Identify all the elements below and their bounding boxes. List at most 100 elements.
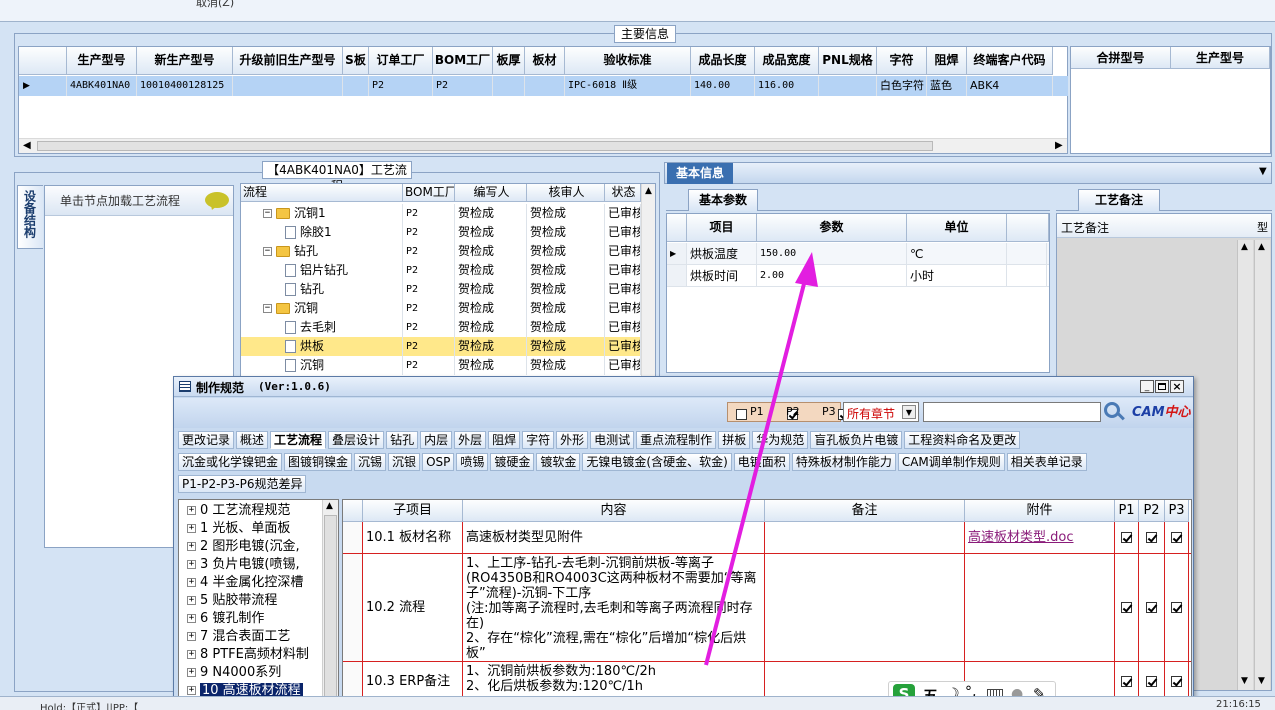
notes-scroll-up-icon[interactable]: ▲: [1241, 242, 1248, 252]
spec-tab[interactable]: 外层: [454, 431, 487, 449]
main-grid-row[interactable]: ▶ 4ABK401NA0 10010400128125 P2 P2 IPC-6018 Ⅱ级…: [19, 76, 1068, 96]
expand-icon[interactable]: +: [187, 614, 196, 623]
expand-icon[interactable]: +: [187, 632, 196, 641]
spec-tab[interactable]: 重点流程制作: [636, 431, 717, 449]
collapse-toggle-icon[interactable]: −: [263, 209, 272, 218]
spec-col-header[interactable]: P2: [1139, 500, 1165, 522]
main-col-header[interactable]: 升级前旧生产型号: [233, 47, 343, 75]
chevron-down-icon[interactable]: ▼: [902, 405, 916, 419]
expand-icon[interactable]: +: [187, 578, 196, 587]
spec-tab[interactable]: 字符: [522, 431, 555, 449]
spec-row[interactable]: 10.2 流程 1、上工序-钻孔-去毛刺-沉铜前烘板-等离子(RO4350B和RO…: [343, 554, 1191, 662]
spec-tab[interactable]: 电测试: [590, 431, 635, 449]
process-col-header[interactable]: 流程: [241, 184, 403, 202]
main-col-header[interactable]: 成品长度: [691, 47, 755, 75]
expand-icon[interactable]: +: [187, 596, 196, 605]
chapter-tree-item[interactable]: +0 工艺流程规范: [187, 502, 321, 520]
main-col-header[interactable]: 订单工厂: [369, 47, 433, 75]
spec-row[interactable]: 10.1 板材名称 高速板材类型见附件 高速板材类型.doc: [343, 522, 1191, 554]
spec-tab[interactable]: 工程资料命名及更改: [904, 431, 1021, 449]
p3-row-checkbox[interactable]: [1171, 602, 1182, 613]
params-col-unit[interactable]: 单位: [907, 214, 1007, 242]
chapter-tree-vscroll[interactable]: ▲: [322, 500, 338, 709]
process-row[interactable]: − 钻孔 P2 贺检成 贺检成 已审核: [241, 242, 641, 261]
collapse-arrow-icon[interactable]: ▼: [1259, 166, 1267, 177]
main-col-header[interactable]: 板材: [525, 47, 565, 75]
notes-scroll-down-icon[interactable]: ▼: [1241, 676, 1248, 686]
spec-col-header[interactable]: 子项目: [363, 500, 463, 522]
main-grid-hscroll[interactable]: ◀ ▶: [19, 138, 1067, 153]
spec-tab[interactable]: OSP: [422, 453, 455, 471]
p2-row-checkbox[interactable]: [1146, 676, 1157, 687]
side-tab-equipment[interactable]: 设备结构: [17, 185, 43, 249]
spec-tab[interactable]: 内层: [420, 431, 453, 449]
tree-scroll-thumb[interactable]: [324, 515, 337, 705]
params-col-item[interactable]: 项目: [687, 214, 757, 242]
chapter-tree-item[interactable]: +8 PTFE高频材料制: [187, 646, 321, 664]
expand-icon[interactable]: +: [187, 668, 196, 677]
p1-checkbox[interactable]: [736, 409, 747, 420]
cancel-label[interactable]: 取消(Z): [196, 0, 234, 10]
tree-scroll-up-icon[interactable]: ▲: [326, 501, 333, 511]
expand-icon[interactable]: +: [187, 560, 196, 569]
spec-tab[interactable]: 相关表单记录: [1006, 453, 1087, 471]
main-col-header[interactable]: BOM工厂: [433, 47, 493, 75]
spec-tab[interactable]: 华为规范: [752, 431, 809, 449]
p2-row-checkbox[interactable]: [1146, 602, 1157, 613]
spec-col-header[interactable]: P1: [1115, 500, 1139, 522]
p2-row-checkbox[interactable]: [1146, 532, 1157, 543]
spec-tab[interactable]: 概述: [236, 431, 269, 449]
spec-tab[interactable]: 工艺流程: [270, 431, 327, 449]
process-row[interactable]: 钻孔 P2 贺检成 贺检成 已审核: [241, 280, 641, 299]
p1-row-checkbox[interactable]: [1121, 602, 1132, 613]
spec-tab[interactable]: 特殊板材制作能力: [791, 453, 896, 471]
main-col-header[interactable]: 生产型号: [67, 47, 137, 75]
spec-tab[interactable]: 外形: [556, 431, 589, 449]
spec-tab[interactable]: CAM调单制作规则: [897, 453, 1005, 471]
merged-model-col[interactable]: 合拼型号: [1071, 47, 1171, 69]
search-input[interactable]: [923, 402, 1101, 422]
p3-row-checkbox[interactable]: [1171, 676, 1182, 687]
params-col-value[interactable]: 参数: [757, 214, 907, 242]
spec-tab[interactable]: 镀硬金: [490, 453, 535, 471]
main-col-header[interactable]: 新生产型号: [137, 47, 233, 75]
process-row[interactable]: 铝片钻孔 P2 贺检成 贺检成 已审核: [241, 261, 641, 280]
expand-icon[interactable]: +: [187, 650, 196, 659]
expand-icon[interactable]: +: [187, 686, 196, 695]
spec-tab[interactable]: 镀软金: [536, 453, 581, 471]
close-button[interactable]: ×: [1170, 380, 1184, 393]
chapter-tree-item[interactable]: +7 混合表面工艺: [187, 628, 321, 646]
process-col-header[interactable]: 状态: [605, 184, 641, 202]
chapter-tree-item[interactable]: +6 镀孔制作: [187, 610, 321, 628]
notes-vscroll[interactable]: ▲ ▼: [1237, 240, 1253, 690]
spec-tab[interactable]: 更改记录: [178, 431, 235, 449]
process-col-header[interactable]: 编写人: [455, 184, 527, 202]
spec-col-header[interactable]: 内容: [463, 500, 765, 522]
notes-tab[interactable]: 工艺备注: [1078, 189, 1160, 211]
chapter-tree-item[interactable]: +3 负片电镀(喷锡,: [187, 556, 321, 574]
chapter-tree-item[interactable]: +2 图形电镀(沉金,: [187, 538, 321, 556]
process-row[interactable]: − 沉铜1 P2 贺检成 贺检成 已审核: [241, 204, 641, 223]
spec-titlebar[interactable]: 制作规范 (Ver:1.0.6) _ ×: [174, 377, 1193, 397]
spec-tab[interactable]: 电镀面积: [733, 453, 790, 471]
scroll-left-icon[interactable]: ◀: [23, 140, 31, 151]
process-row[interactable]: 去毛刺 P2 贺检成 贺检成 已审核: [241, 318, 641, 337]
p3-row-checkbox[interactable]: [1171, 532, 1182, 543]
process-row[interactable]: 沉铜 P2 贺检成 贺检成 已审核: [241, 356, 641, 375]
expand-icon[interactable]: +: [187, 524, 196, 533]
main-col-header[interactable]: 终端客户代码: [967, 47, 1053, 75]
notes-scroll2-up-icon[interactable]: ▲: [1258, 242, 1265, 252]
main-col-header[interactable]: S板: [343, 47, 369, 75]
production-model-col[interactable]: 生产型号: [1171, 47, 1270, 69]
window-menu-icon[interactable]: [179, 381, 191, 392]
spec-tab[interactable]: 叠层设计: [328, 431, 385, 449]
process-col-header[interactable]: 核审人: [527, 184, 605, 202]
main-col-header[interactable]: 验收标准: [565, 47, 691, 75]
spec-col-header[interactable]: P3: [1165, 500, 1189, 522]
p1-row-checkbox[interactable]: [1121, 532, 1132, 543]
spec-tab[interactable]: P1-P2-P3-P6规范差异: [178, 475, 307, 493]
scroll-right-icon[interactable]: ▶: [1055, 140, 1063, 151]
spec-tab[interactable]: 钻孔: [386, 431, 419, 449]
process-col-header[interactable]: BOM工厂: [403, 184, 455, 202]
spec-tab[interactable]: 喷锡: [456, 453, 489, 471]
